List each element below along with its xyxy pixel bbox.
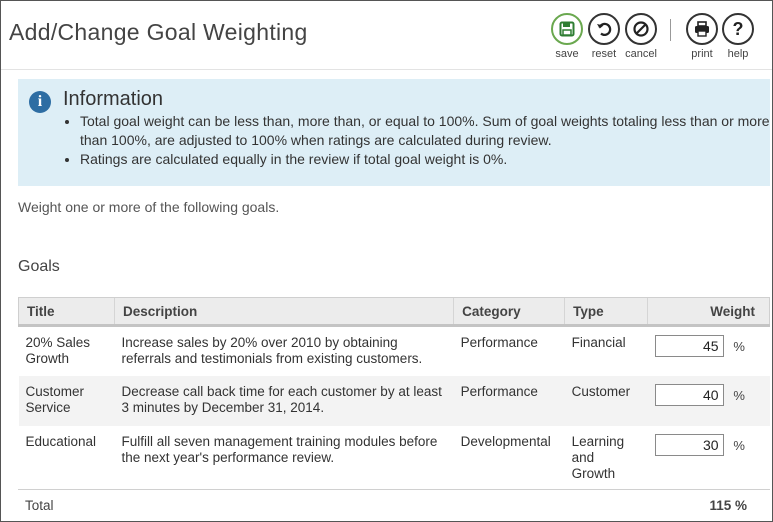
percent-unit: % — [733, 339, 745, 354]
goal-weight-cell: % — [648, 426, 770, 488]
window: Add/Change Goal Weighting save reset can… — [0, 0, 773, 522]
goals-table: Title Description Category Type Weight 2… — [18, 297, 770, 488]
column-header-description: Description — [113, 297, 454, 327]
column-header-category: Category — [453, 297, 565, 327]
goal-category: Performance — [453, 375, 565, 426]
total-weight-value: 115 % — [709, 498, 747, 513]
goal-description: Fulfill all seven management training mo… — [121, 433, 438, 465]
information-bullet: Ratings are calculated equally in the re… — [80, 150, 773, 169]
reset-label: reset — [591, 48, 617, 60]
help-label: help — [727, 48, 749, 60]
save-label: save — [555, 48, 579, 60]
cancel-icon — [625, 13, 657, 45]
save-button[interactable]: save — [547, 13, 587, 60]
goal-description: Increase sales by 20% over 2010 by obtai… — [121, 335, 423, 366]
page-header: Add/Change Goal Weighting save reset can… — [1, 1, 772, 70]
percent-unit: % — [733, 437, 745, 453]
goal-title: Customer Service — [18, 375, 115, 426]
toolbar-divider — [670, 19, 671, 41]
table-header-row: Title Description Category Type Weight — [18, 297, 770, 327]
table-row: 20% Sales Growth Increase sales by 20% o… — [19, 326, 770, 376]
information-title: Information — [63, 88, 164, 110]
column-header-type: Type — [564, 297, 648, 327]
total-divider — [18, 489, 770, 490]
goal-category: Developmental — [460, 433, 551, 449]
information-panel: i Information Total goal weight can be l… — [18, 79, 770, 186]
goal-type: Learning and Growth — [571, 433, 625, 481]
goal-title: Educational — [25, 433, 97, 449]
column-header-weight: Weight — [647, 297, 770, 327]
goal-weight-cell: % — [648, 326, 770, 376]
question-icon: ? — [722, 13, 754, 45]
print-button[interactable]: print — [682, 13, 722, 60]
cancel-label: cancel — [625, 48, 657, 60]
goal-category: Performance — [460, 335, 538, 350]
help-button[interactable]: ? help — [718, 13, 758, 60]
toolbar: save reset cancel print ? help — [1, 13, 772, 63]
print-label: print — [691, 48, 713, 60]
weight-input[interactable] — [654, 383, 724, 406]
goal-type: Financial — [571, 335, 626, 350]
cancel-button[interactable]: cancel — [621, 13, 661, 60]
floppy-disk-icon — [551, 13, 583, 45]
info-icon: i — [29, 91, 51, 113]
undo-icon — [588, 13, 620, 45]
percent-unit: % — [733, 387, 745, 403]
column-header-title: Title — [18, 297, 115, 327]
goals-section-title: Goals — [18, 258, 60, 275]
weight-input[interactable] — [654, 335, 724, 357]
information-list: Total goal weight can be less than, more… — [64, 112, 773, 169]
goal-type: Customer — [564, 375, 648, 426]
weight-input[interactable] — [654, 433, 724, 456]
goal-weight-cell: % — [647, 375, 770, 426]
goal-title: 20% Sales Growth — [25, 335, 91, 366]
total-label: Total — [25, 498, 54, 513]
goal-description: Decrease call back time for each custome… — [114, 375, 454, 426]
intro-text: Weight one or more of the following goal… — [18, 199, 280, 215]
table-row: Educational Fulfill all seven management… — [19, 426, 770, 488]
information-bullet: Total goal weight can be less than, more… — [80, 112, 773, 150]
reset-button[interactable]: reset — [584, 13, 624, 60]
printer-icon — [686, 13, 718, 45]
table-row: Customer Service Decrease call back time… — [18, 375, 770, 426]
